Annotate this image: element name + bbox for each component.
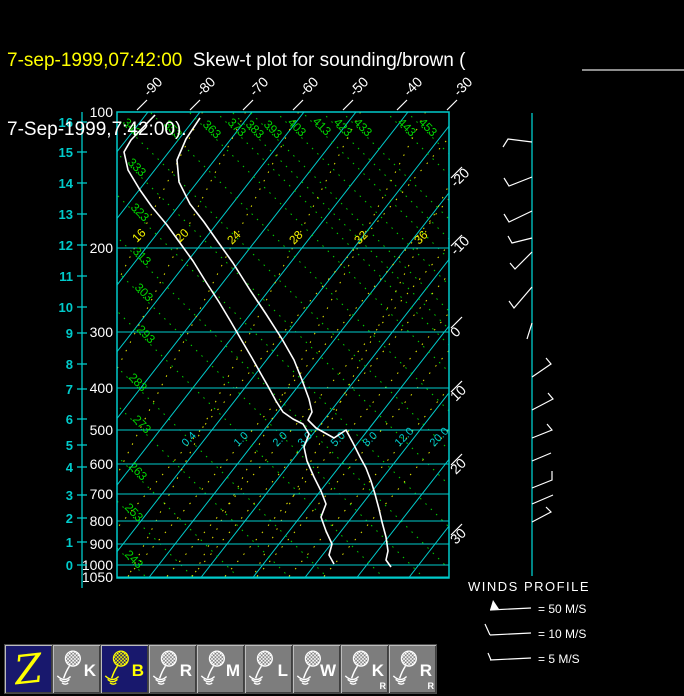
svg-text:8.0: 8.0: [361, 430, 380, 449]
svg-text:WINDS PROFILE: WINDS PROFILE: [468, 579, 590, 594]
svg-text:10: 10: [447, 382, 469, 404]
toolbar-button-subscript: R: [428, 681, 435, 691]
svg-text:1: 1: [66, 535, 73, 550]
svg-text:5: 5: [66, 438, 73, 453]
svg-text:283: 283: [126, 370, 150, 394]
radiosonde-balloon-icon: [199, 648, 229, 690]
svg-text:6: 6: [66, 412, 73, 427]
svg-text:11: 11: [59, 269, 73, 284]
svg-text:13: 13: [59, 207, 73, 222]
svg-text:24: 24: [224, 228, 244, 248]
svg-text:600: 600: [90, 456, 114, 472]
svg-text:0: 0: [66, 558, 73, 573]
svg-text:20: 20: [447, 455, 469, 477]
svg-text:2: 2: [66, 511, 73, 526]
radiosonde-balloon-icon: [55, 648, 85, 690]
svg-text:12: 12: [59, 238, 73, 253]
radiosonde-balloon-icon: [343, 648, 373, 690]
svg-text:3.0: 3.0: [296, 430, 315, 449]
toolbar-button-m[interactable]: M: [197, 645, 244, 693]
toolbar-button-label: W: [320, 661, 336, 681]
window-edge-line: [582, 69, 684, 71]
radiosonde-balloon-icon: [247, 648, 277, 690]
svg-text:5.0: 5.0: [329, 430, 348, 449]
svg-text:263: 263: [126, 459, 150, 483]
svg-text:16: 16: [129, 226, 149, 246]
toolbar-button-w[interactable]: W: [293, 645, 340, 693]
svg-text:2.0: 2.0: [271, 430, 290, 449]
title-text: Skew-t plot for sounding/brown (: [182, 50, 465, 71]
svg-text:28: 28: [286, 228, 306, 248]
toolbar-button-label: R: [180, 661, 192, 681]
radiosonde-balloon-icon: [103, 648, 133, 690]
svg-text:243: 243: [122, 547, 146, 571]
svg-text:7: 7: [66, 382, 73, 397]
toolbar-button-r[interactable]: R: [149, 645, 196, 693]
svg-text:= 50 M/S: = 50 M/S: [538, 602, 586, 616]
svg-text:200: 200: [90, 240, 114, 256]
svg-text:30: 30: [447, 525, 469, 547]
right-temp-labels: -20-100102030: [447, 164, 473, 547]
svg-text:10: 10: [59, 300, 73, 315]
wind-barbs: [503, 139, 553, 522]
toolbar-button-label: R: [420, 661, 432, 681]
svg-text:8: 8: [66, 357, 73, 372]
svg-text:20.0: 20.0: [428, 425, 452, 449]
toolbar-button-label: K: [84, 661, 96, 681]
title-timestamp: 7-sep-1999,07:42:00: [7, 50, 182, 71]
svg-text:36: 36: [411, 228, 431, 248]
winds-legend: WINDS PROFILE = 50 M/S = 10 M/S = 5 M/S: [468, 579, 590, 666]
svg-text:1.0: 1.0: [232, 430, 251, 449]
svg-text:303: 303: [132, 280, 156, 304]
svg-text:800: 800: [90, 513, 114, 529]
toolbar-button-label: M: [226, 661, 240, 681]
svg-text:500: 500: [90, 422, 114, 438]
title-line1: 7-sep-1999,07:42:00 Skew-t plot for soun…: [7, 49, 465, 72]
svg-text:4: 4: [66, 460, 74, 475]
radiosonde-balloon-icon: [391, 648, 421, 690]
svg-text:9: 9: [66, 326, 73, 341]
window-title: 7-sep-1999,07:42:00 Skew-t plot for soun…: [7, 3, 465, 187]
app-window: 1002003004005006007008009001000105016151…: [0, 0, 684, 696]
svg-text:273: 273: [130, 412, 154, 436]
svg-text:3: 3: [66, 488, 73, 503]
toolbar-button-l[interactable]: L: [245, 645, 292, 693]
toolbar: Z K B R: [5, 645, 436, 693]
toolbar-button-label: L: [278, 661, 288, 681]
svg-text:400: 400: [90, 380, 114, 396]
toolbar-button-label: K: [372, 661, 384, 681]
svg-text:300: 300: [90, 324, 114, 340]
svg-text:323: 323: [128, 200, 152, 224]
radiosonde-balloon-icon: [151, 648, 181, 690]
toolbar-button-k2[interactable]: K R: [341, 645, 388, 693]
toolbar-button-z[interactable]: Z: [5, 645, 52, 693]
toolbar-button-r2[interactable]: R R: [389, 645, 436, 693]
svg-text:700: 700: [90, 486, 114, 502]
svg-text:12.0: 12.0: [393, 425, 417, 449]
mixing-ratio-labels: 0.41.02.03.05.08.012.020.0: [180, 425, 452, 449]
svg-text:= 5 M/S: = 5 M/S: [538, 652, 580, 666]
svg-text:-10: -10: [447, 232, 473, 258]
svg-text:= 10 M/S: = 10 M/S: [538, 627, 586, 641]
toolbar-button-b[interactable]: B: [101, 645, 148, 693]
svg-text:900: 900: [90, 536, 114, 552]
title-line2: 7-Sep-1999,7:42:00).: [7, 118, 465, 141]
toolbar-button-k[interactable]: K: [53, 645, 100, 693]
toolbar-button-label: B: [132, 661, 144, 681]
svg-text:1050: 1050: [82, 569, 113, 585]
toolbar-button-subscript: R: [380, 681, 387, 691]
script-z-glyph: Z: [3, 644, 55, 695]
